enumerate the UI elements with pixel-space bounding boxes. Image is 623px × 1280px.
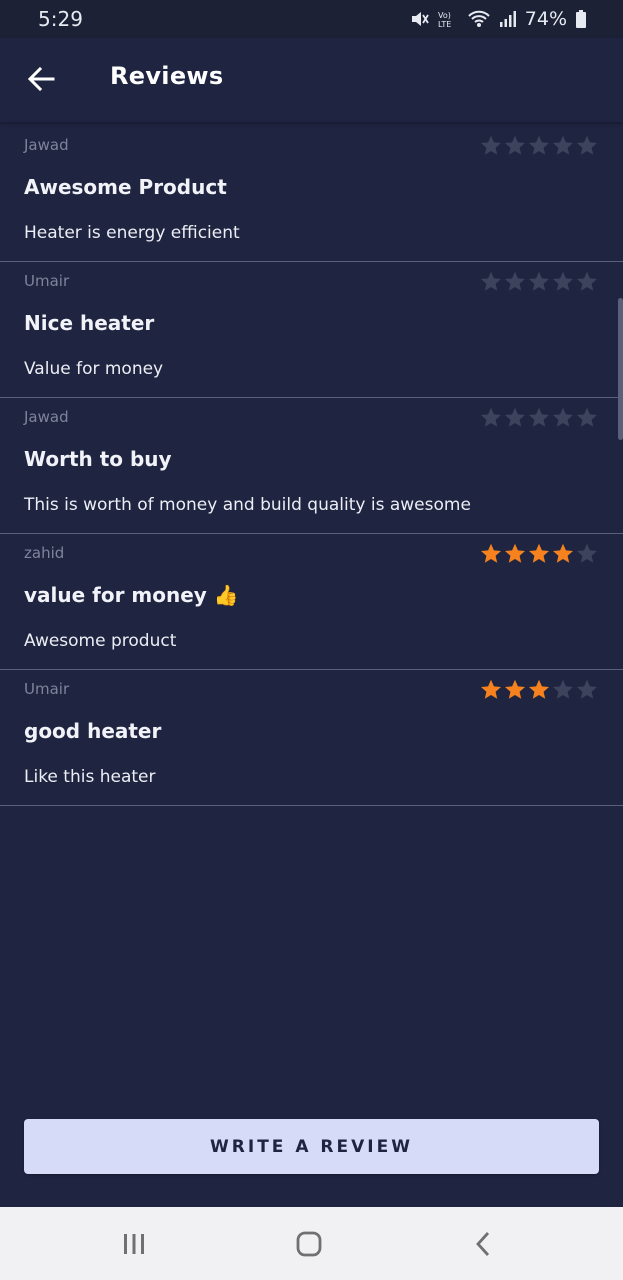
nav-back-button[interactable] <box>463 1227 503 1261</box>
star-filled-icon <box>479 542 503 566</box>
home-icon <box>296 1231 322 1257</box>
review-author: Jawad <box>24 136 69 154</box>
write-review-button[interactable]: WRITE A REVIEW <box>24 1119 599 1174</box>
star-empty-icon <box>551 134 575 158</box>
status-time: 5:29 <box>38 7 83 31</box>
app-bar: Reviews <box>0 38 623 122</box>
scrollbar[interactable] <box>618 298 623 440</box>
star-empty-icon <box>503 134 527 158</box>
recents-icon <box>124 1234 144 1254</box>
review-item[interactable]: Umair Nice heater Value for money <box>0 262 623 398</box>
star-empty-icon <box>575 542 599 566</box>
review-item[interactable]: Jawad Awesome Product Heater is energy e… <box>0 126 623 262</box>
review-body: This is worth of money and build quality… <box>24 495 471 515</box>
review-body: Awesome product <box>24 631 177 651</box>
svg-text:LTE: LTE <box>438 20 451 29</box>
status-bar: 5:29 Vo) LTE 74% <box>0 0 623 38</box>
home-button[interactable] <box>289 1227 329 1261</box>
star-filled-icon <box>503 542 527 566</box>
star-empty-icon <box>479 406 503 430</box>
star-filled-icon <box>527 542 551 566</box>
star-empty-icon <box>527 134 551 158</box>
star-empty-icon <box>575 270 599 294</box>
page-title: Reviews <box>110 62 224 90</box>
back-button[interactable] <box>24 62 58 96</box>
star-empty-icon <box>575 678 599 702</box>
review-title: good heater <box>24 719 162 743</box>
review-title: Awesome Product <box>24 175 227 199</box>
review-author: zahid <box>24 544 65 562</box>
star-empty-icon <box>551 406 575 430</box>
volte-icon: Vo) LTE <box>437 9 459 29</box>
arrow-left-icon <box>27 66 55 92</box>
review-item[interactable]: zahid value for money 👍 Awesome product <box>0 534 623 670</box>
status-icons: Vo) LTE 74% <box>409 8 587 30</box>
star-empty-icon <box>575 134 599 158</box>
star-filled-icon <box>479 678 503 702</box>
review-item[interactable]: Umair good heater Like this heater <box>0 670 623 806</box>
star-empty-icon <box>575 406 599 430</box>
recents-button[interactable] <box>114 1227 154 1261</box>
star-filled-icon <box>527 678 551 702</box>
star-empty-icon <box>527 270 551 294</box>
star-empty-icon <box>479 134 503 158</box>
review-author: Umair <box>24 272 70 290</box>
star-empty-icon <box>479 270 503 294</box>
star-empty-icon <box>503 270 527 294</box>
signal-icon <box>499 9 517 29</box>
review-body: Value for money <box>24 359 164 379</box>
review-item[interactable]: Jawad Worth to buy This is worth of mone… <box>0 398 623 534</box>
review-title: Nice heater <box>24 311 155 335</box>
star-rating <box>479 678 599 702</box>
star-rating <box>479 134 599 158</box>
system-nav-bar <box>0 1207 623 1280</box>
star-empty-icon <box>551 678 575 702</box>
star-filled-icon <box>551 542 575 566</box>
svg-text:Vo): Vo) <box>438 11 451 20</box>
review-title: value for money 👍 <box>24 583 239 607</box>
review-list: Jawad Awesome Product Heater is energy e… <box>0 126 623 806</box>
star-filled-icon <box>503 678 527 702</box>
review-author: Jawad <box>24 408 69 426</box>
star-rating <box>479 542 599 566</box>
battery-icon <box>575 9 587 29</box>
star-empty-icon <box>527 406 551 430</box>
star-empty-icon <box>551 270 575 294</box>
star-empty-icon <box>503 406 527 430</box>
review-author: Umair <box>24 680 70 698</box>
star-rating <box>479 406 599 430</box>
review-body: Heater is energy efficient <box>24 223 240 243</box>
review-title: Worth to buy <box>24 447 172 471</box>
mute-icon <box>409 9 429 29</box>
wifi-icon <box>467 9 491 29</box>
back-chevron-icon <box>476 1232 490 1256</box>
star-rating <box>479 270 599 294</box>
battery-percent: 74% <box>524 8 567 30</box>
review-body: Like this heater <box>24 767 156 787</box>
